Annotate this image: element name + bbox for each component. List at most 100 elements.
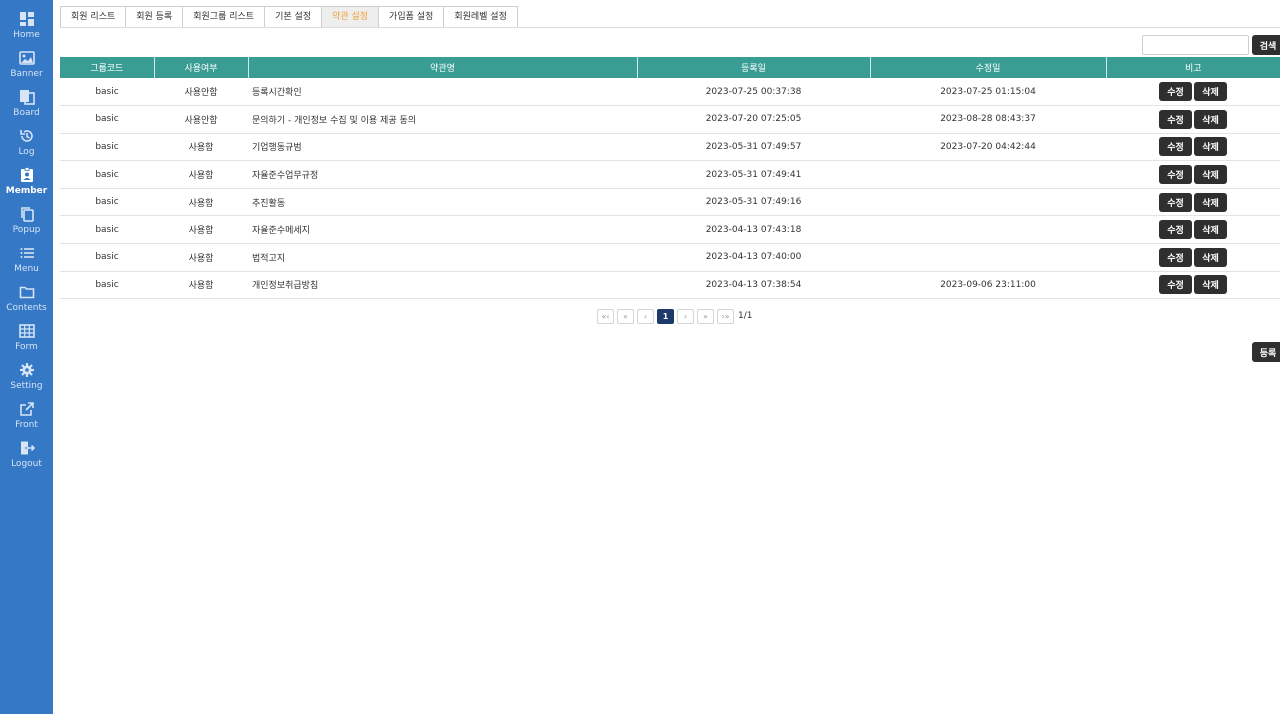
cell-group: basic	[60, 271, 154, 300]
table-icon	[18, 324, 35, 338]
sidebar-item-label: Logout	[11, 459, 42, 469]
tab-terms-settings[interactable]: 약관 설정	[321, 6, 379, 28]
sidebar-item-banner[interactable]: Banner	[0, 50, 53, 88]
cell-reg-date: 2023-07-20 07:25:05	[637, 105, 870, 134]
delete-button[interactable]: 삭제	[1194, 275, 1227, 295]
sidebar-item-member[interactable]: Member	[0, 167, 53, 205]
image-icon	[18, 51, 35, 65]
cell-usage: 사용함	[154, 243, 248, 272]
sidebar-item-label: Contents	[6, 303, 47, 313]
tab-signup-form-settings[interactable]: 가입폼 설정	[378, 6, 444, 28]
prev-page-button[interactable]: ‹	[637, 308, 654, 324]
cell-terms-name[interactable]: 추진활동	[248, 188, 637, 217]
cell-terms-name[interactable]: 문의하기 - 개인정보 수집 및 이용 제공 동의	[248, 105, 637, 134]
cell-usage: 사용함	[154, 215, 248, 245]
sidebar-item-form[interactable]: Form	[0, 323, 53, 361]
delete-button[interactable]: 삭제	[1194, 137, 1227, 157]
edit-button[interactable]: 수정	[1159, 109, 1192, 129]
table-row: basic 사용함 법적고지 2023-04-13 07:40:00 수정 삭제	[60, 243, 1280, 272]
sidebar-item-label: Home	[13, 30, 40, 40]
cell-usage: 사용함	[154, 271, 248, 300]
table-row: basic 사용함 개인정보취급방침 2023-04-13 07:38:54 2…	[60, 271, 1280, 300]
tab-basic-settings[interactable]: 기본 설정	[264, 6, 322, 28]
tab-member-register[interactable]: 회원 등록	[125, 6, 183, 28]
cell-terms-name[interactable]: 자율준수메세지	[248, 215, 637, 245]
cell-actions: 수정 삭제	[1106, 133, 1280, 162]
sidebar-item-setting[interactable]: Setting	[0, 362, 53, 400]
sidebar-item-popup[interactable]: Popup	[0, 206, 53, 244]
cell-actions: 수정 삭제	[1106, 215, 1280, 245]
edit-button[interactable]: 수정	[1159, 82, 1192, 102]
cell-mod-date	[870, 243, 1106, 272]
sidebar-item-home[interactable]: Home	[0, 11, 53, 49]
cell-reg-date: 2023-07-25 00:37:38	[637, 78, 870, 107]
logout-icon	[20, 441, 35, 455]
cell-mod-date	[870, 215, 1106, 245]
cell-terms-name[interactable]: 법적고지	[248, 243, 637, 272]
last-page-button[interactable]: ›»	[717, 308, 734, 324]
cell-terms-name[interactable]: 자율준수업무규정	[248, 160, 637, 189]
cell-terms-name[interactable]: 개인정보취급방침	[248, 271, 637, 300]
cell-terms-name[interactable]: 기업행동규범	[248, 133, 637, 162]
tab-member-group-list[interactable]: 회원그룹 리스트	[182, 6, 265, 28]
cell-mod-date: 2023-08-28 08:43:37	[870, 105, 1106, 134]
delete-button[interactable]: 삭제	[1194, 82, 1227, 102]
delete-button[interactable]: 삭제	[1194, 109, 1227, 129]
cell-actions: 수정 삭제	[1106, 188, 1280, 217]
cell-terms-name[interactable]: 등록시간확인	[248, 78, 637, 107]
sidebar-item-contents[interactable]: Contents	[0, 284, 53, 322]
cell-usage: 사용함	[154, 133, 248, 162]
delete-button[interactable]: 삭제	[1194, 220, 1227, 240]
cell-reg-date: 2023-04-13 07:40:00	[637, 243, 870, 272]
edit-button[interactable]: 수정	[1159, 192, 1192, 212]
tabs-divider	[60, 27, 1280, 28]
header-usage: 사용여부	[154, 57, 249, 78]
dashboard-icon	[19, 12, 34, 26]
search-button[interactable]: 검색	[1252, 35, 1280, 55]
table-row: basic 사용안함 문의하기 - 개인정보 수집 및 이용 제공 동의 202…	[60, 105, 1280, 134]
page-total: 1/1	[738, 311, 753, 321]
first-page-button[interactable]: «‹	[597, 308, 614, 324]
sidebar-item-log[interactable]: Log	[0, 128, 53, 166]
delete-button[interactable]: 삭제	[1194, 247, 1227, 267]
sidebar-item-label: Banner	[10, 69, 43, 79]
next-page-button[interactable]: ›	[677, 308, 694, 324]
edit-button[interactable]: 수정	[1159, 247, 1192, 267]
cell-usage: 사용안함	[154, 78, 248, 107]
current-page[interactable]: 1	[657, 308, 674, 324]
table-row: basic 사용함 자율준수메세지 2023-04-13 07:43:18 수정…	[60, 215, 1280, 245]
prev-block-button[interactable]: «	[617, 308, 634, 324]
cell-reg-date: 2023-05-31 07:49:41	[637, 160, 870, 189]
sidebar-item-board[interactable]: Board	[0, 89, 53, 127]
cell-mod-date	[870, 160, 1106, 189]
header-group-code: 그룹코드	[60, 57, 155, 78]
edit-button[interactable]: 수정	[1159, 137, 1192, 157]
cell-actions: 수정 삭제	[1106, 271, 1280, 300]
table-row: basic 사용함 자율준수업무규정 2023-05-31 07:49:41 수…	[60, 160, 1280, 189]
tab-member-level-settings[interactable]: 회원레벨 설정	[443, 6, 518, 28]
search-input[interactable]	[1142, 35, 1249, 55]
register-button[interactable]: 등록	[1252, 342, 1280, 362]
cell-group: basic	[60, 188, 154, 217]
cell-group: basic	[60, 215, 154, 245]
sidebar-item-logout[interactable]: Logout	[0, 440, 53, 478]
edit-button[interactable]: 수정	[1159, 220, 1192, 240]
sidebar-item-label: Member	[5, 186, 48, 196]
sidebar-item-label: Board	[13, 108, 40, 118]
sidebar-item-menu[interactable]: Menu	[0, 245, 53, 283]
tab-member-list[interactable]: 회원 리스트	[60, 6, 126, 28]
next-block-button[interactable]: »	[697, 308, 714, 324]
delete-button[interactable]: 삭제	[1194, 165, 1227, 185]
cell-actions: 수정 삭제	[1106, 243, 1280, 272]
pagination: «‹ « ‹ 1 › » ›» 1/1	[597, 308, 752, 324]
sidebar-item-label: Menu	[14, 264, 39, 274]
edit-button[interactable]: 수정	[1159, 275, 1192, 295]
cell-usage: 사용함	[154, 160, 248, 189]
delete-button[interactable]: 삭제	[1194, 192, 1227, 212]
cell-group: basic	[60, 160, 154, 189]
table-row: basic 사용함 기업행동규범 2023-05-31 07:49:57 202…	[60, 133, 1280, 162]
header-note: 비고	[1106, 57, 1280, 78]
sidebar-item-front[interactable]: Front	[0, 401, 53, 439]
edit-button[interactable]: 수정	[1159, 165, 1192, 185]
cell-group: basic	[60, 133, 154, 162]
